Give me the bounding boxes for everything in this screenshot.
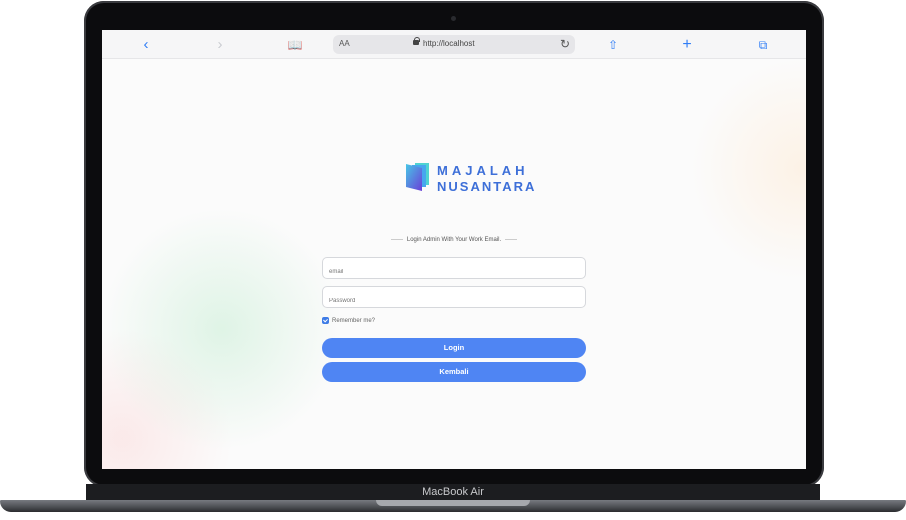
browser-screen: ‹ › 📖 AA http://localhost ↻ ⇧ + ⧉ MAJALA… (102, 30, 806, 469)
back-chevron-icon[interactable]: ‹ (137, 36, 155, 54)
magazine-logo-icon (406, 163, 429, 191)
device-label: MacBook Air (422, 486, 484, 498)
remember-me-row[interactable]: Remember me? (322, 317, 375, 324)
camera-dot (451, 16, 456, 21)
email-field[interactable] (322, 257, 586, 279)
browser-toolbar: ‹ › 📖 AA http://localhost ↻ ⇧ + ⧉ (102, 30, 806, 59)
tabs-overview-icon[interactable]: ⧉ (754, 36, 772, 54)
login-button[interactable]: Login (322, 338, 586, 358)
brand-line-2: NUSANTARA (437, 179, 537, 194)
address-bar[interactable]: AA http://localhost ↻ (333, 35, 575, 54)
brand-line-1: MAJALAH (437, 163, 529, 178)
remember-checkbox-icon[interactable] (322, 317, 329, 324)
password-field[interactable] (322, 286, 586, 308)
back-button[interactable]: Kembali (322, 362, 586, 382)
laptop-mockup: ‹ › 📖 AA http://localhost ↻ ⇧ + ⧉ MAJALA… (0, 0, 906, 520)
lock-icon (413, 37, 420, 45)
bookmarks-book-icon[interactable]: 📖 (286, 36, 304, 54)
login-page: MAJALAH NUSANTARA Login Admin With Your … (102, 59, 806, 469)
reload-icon[interactable]: ↻ (560, 37, 570, 51)
text-size-button[interactable]: AA (339, 39, 350, 48)
login-subtitle: Login Admin With Your Work Email. (102, 237, 806, 243)
new-tab-plus-icon[interactable]: + (678, 36, 696, 54)
laptop-notch (376, 500, 530, 506)
remember-me-label: Remember me? (332, 318, 376, 325)
forward-chevron-icon[interactable]: › (211, 36, 229, 54)
brand-logo: MAJALAH NUSANTARA (405, 161, 534, 197)
url-text[interactable]: http://localhost (423, 39, 475, 48)
share-icon[interactable]: ⇧ (604, 36, 622, 54)
